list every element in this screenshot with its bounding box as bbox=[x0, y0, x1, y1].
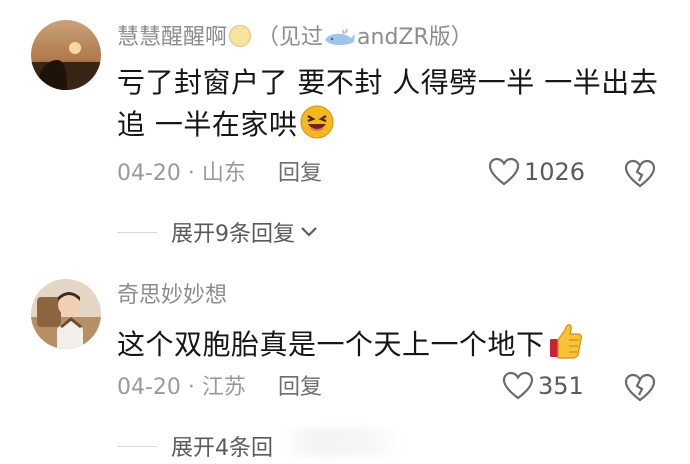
avatar[interactable] bbox=[31, 279, 101, 349]
chevron-down-icon bbox=[301, 227, 317, 237]
username-suffix: （见过 bbox=[257, 25, 324, 50]
comment-meta: 04-20 · 山东 回复 bbox=[117, 160, 322, 188]
broken-heart-icon bbox=[624, 373, 656, 402]
comment-content: 亏了封窗户了 要不封 人得劈一半 一半出去追 一半在家哄 bbox=[117, 62, 662, 152]
divider-line bbox=[117, 445, 157, 447]
meta-separator: · bbox=[180, 161, 202, 186]
expand-replies-button[interactable]: 展开9条回复 bbox=[117, 216, 319, 248]
reply-button[interactable]: 回复 bbox=[278, 161, 322, 186]
like-button[interactable]: 351 bbox=[502, 371, 584, 401]
dislike-button[interactable] bbox=[624, 373, 656, 407]
watermark-blur bbox=[280, 428, 406, 456]
comment-username-row: 慧慧醒醒啊 （见过 andZR版） bbox=[117, 24, 473, 56]
expand-label: 展开4条回 bbox=[171, 436, 273, 461]
meta-separator: · bbox=[180, 375, 202, 400]
like-count: 351 bbox=[538, 372, 584, 400]
laughing-emoji-icon bbox=[299, 104, 335, 152]
expand-replies-button[interactable]: 展开4条回 bbox=[117, 430, 273, 462]
sunset-avatar-image bbox=[31, 20, 101, 90]
comment-text: 这个双胞胎真是一个天上一个地下 bbox=[117, 328, 545, 361]
comment-date: 04-20 bbox=[117, 375, 181, 400]
broken-heart-icon bbox=[624, 159, 656, 188]
comment-text: 亏了封窗户了 要不封 人得劈一半 一半出去追 一半在家哄 bbox=[117, 66, 659, 141]
expand-label: 展开9条回复 bbox=[171, 222, 295, 247]
whale-icon bbox=[323, 28, 357, 56]
comment-location: 江苏 bbox=[201, 375, 246, 400]
username[interactable]: 慧慧醒醒啊 bbox=[117, 25, 227, 50]
avatar[interactable] bbox=[31, 20, 101, 90]
like-count: 1026 bbox=[524, 158, 586, 186]
comment-username-row: 奇思妙妙想 bbox=[117, 282, 227, 310]
username-suffix-2: andZR版） bbox=[357, 25, 473, 50]
heart-icon bbox=[502, 371, 534, 400]
like-button[interactable]: 1026 bbox=[488, 157, 585, 187]
comment-date: 04-20 bbox=[117, 161, 181, 186]
reply-button[interactable]: 回复 bbox=[278, 375, 322, 400]
comment-content: 这个双胞胎真是一个天上一个地下 bbox=[117, 322, 662, 372]
thumbs-up-emoji-icon bbox=[547, 322, 583, 372]
child-avatar-image bbox=[31, 279, 101, 349]
smile-emoji-icon bbox=[229, 25, 252, 47]
comment-location: 山东 bbox=[201, 161, 246, 186]
dislike-button[interactable] bbox=[624, 159, 656, 193]
heart-icon bbox=[488, 157, 520, 186]
divider-line bbox=[117, 231, 157, 233]
comment-meta: 04-20 · 江苏 回复 bbox=[117, 374, 322, 402]
username[interactable]: 奇思妙妙想 bbox=[117, 283, 227, 308]
